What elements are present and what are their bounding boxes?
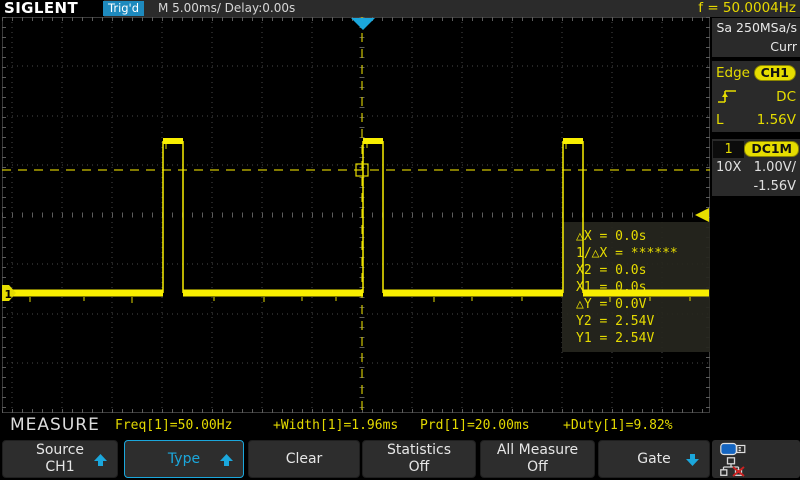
timebase-readout[interactable]: M 5.00ms/ Delay:0.00s: [158, 1, 295, 16]
clear-button-label: Clear: [286, 451, 323, 468]
trigger-source-badge: CH1: [754, 65, 796, 81]
type-button[interactable]: Type: [124, 440, 244, 478]
plot-border: [3, 18, 710, 413]
statistics-button-value: Off: [409, 459, 430, 476]
connectivity-panel: [712, 440, 800, 478]
type-button-label: Type: [168, 451, 200, 468]
cursor-dy: △Y = 0.0V: [576, 297, 647, 312]
all-measure-button-label: All Measure: [497, 442, 578, 459]
measure-period: Prd[1]=20.00ms: [420, 418, 530, 433]
clear-button[interactable]: Clear: [248, 440, 360, 478]
gate-button[interactable]: Gate: [598, 440, 710, 478]
volts-per-div: 1.00V/: [754, 160, 796, 175]
rising-edge-icon: [716, 89, 738, 104]
channel-number: 1: [713, 141, 744, 158]
up-arrow-icon: [94, 454, 107, 466]
trigger-level-value: 1.56V: [757, 112, 796, 128]
svg-text:1: 1: [5, 288, 13, 301]
all-measure-button-value: Off: [527, 459, 548, 476]
statistics-button[interactable]: Statistics Off: [362, 440, 476, 478]
all-measure-button[interactable]: All Measure Off: [480, 440, 595, 478]
statistics-button-label: Statistics: [387, 442, 451, 459]
gate-button-label: Gate: [637, 451, 671, 468]
trigger-status-badge: Trig'd: [103, 1, 144, 16]
probe-attenuation: 10X: [716, 160, 741, 175]
measure-pos-duty: +Duty[1]=9.82%: [563, 418, 673, 433]
sample-rate: Sa 250MSa/s: [712, 18, 800, 37]
waveform-display[interactable]: △X = 0.0s 1/△X = ****** X2 = 0.0s X1 = 0…: [2, 17, 710, 413]
siglent-logo: SIGLENT: [0, 0, 104, 17]
oscilloscope-screen: SIGLENT Trig'd M 5.00ms/ Delay:0.00s f =…: [0, 0, 800, 480]
source-button[interactable]: Source CH1: [2, 440, 118, 478]
top-status-bar: SIGLENT Trig'd M 5.00ms/ Delay:0.00s f =…: [0, 0, 800, 17]
channel-panel[interactable]: 1 DC1M 10X 1.00V/ -1.56V: [712, 139, 800, 196]
cursor-dx: △X = 0.0s: [576, 229, 646, 244]
cursor-y1: Y1 = 2.54V: [576, 331, 654, 346]
memory-depth: Curr 17.5Mpts: [712, 37, 800, 56]
cursor-y2: Y2 = 2.54V: [576, 314, 654, 329]
cursor-inv-dx: 1/△X = ******: [576, 246, 678, 261]
frequency-counter: f = 50.0004Hz: [698, 0, 796, 17]
channel-offset: -1.56V: [753, 179, 796, 194]
measure-freq: Freq[1]=50.00Hz: [115, 418, 232, 433]
up-arrow-icon: [220, 454, 233, 466]
down-arrow-icon: [686, 454, 699, 466]
acquisition-info: Sa 250MSa/s Curr 17.5Mpts: [712, 18, 800, 57]
lan-disconnected-icon: [720, 457, 746, 477]
measure-title: MEASURE: [10, 415, 100, 435]
source-button-value: CH1: [45, 459, 74, 476]
trigger-coupling: DC: [776, 89, 796, 105]
trigger-panel[interactable]: Edge CH1 DC L 1.56V: [712, 61, 800, 132]
usb-icon: [720, 442, 746, 456]
trigger-level-label: L: [716, 112, 724, 128]
measure-pos-width: +Width[1]=1.96ms: [273, 418, 398, 433]
cursor-x2: X2 = 0.0s: [576, 263, 646, 278]
trigger-type: Edge: [716, 65, 750, 81]
source-button-label: Source: [36, 442, 84, 459]
channel-coupling-badge: DC1M: [744, 141, 799, 157]
cursor-info-box: △X = 0.0s 1/△X = ****** X2 = 0.0s X1 = 0…: [562, 222, 710, 352]
